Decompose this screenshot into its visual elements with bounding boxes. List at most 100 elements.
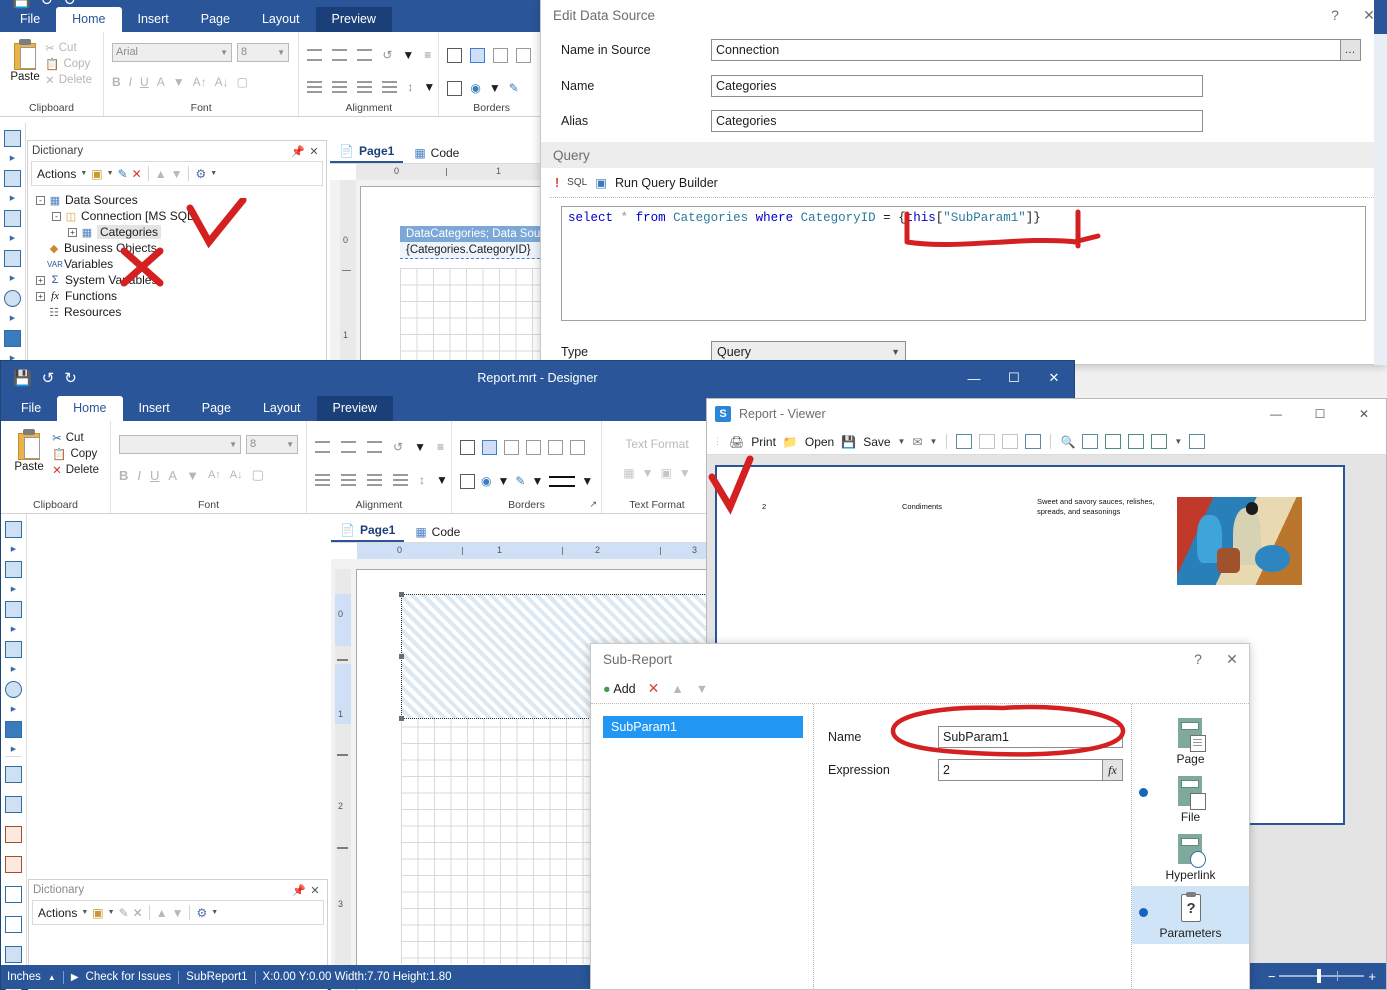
close-icon[interactable]: ✕ [306, 145, 322, 158]
rail-components-icon[interactable] [1, 594, 26, 624]
tab-home-front[interactable]: Home [57, 396, 123, 421]
gear-icon[interactable]: ⚙ [195, 167, 206, 181]
help-icon[interactable]: ? [1318, 0, 1352, 30]
rail-components-expander[interactable]: ▶ [0, 233, 25, 243]
line-spacing-icon[interactable]: ↕ [419, 473, 425, 487]
check-issues-button[interactable]: Check for Issues [86, 971, 172, 983]
font-size-combo-back[interactable]: 8 ▼ [237, 42, 289, 62]
align-center-icon[interactable] [332, 81, 348, 93]
rail-bands-icon[interactable] [1, 514, 26, 544]
text-direction-icon[interactable]: ≡ [424, 48, 431, 62]
print-icon[interactable]: 🖨 [729, 435, 744, 449]
paste-button-front[interactable]: Paste [9, 425, 49, 473]
zoom-in-button[interactable]: + [1368, 969, 1376, 984]
font-size-combo-front[interactable]: 8 ▼ [246, 434, 298, 454]
viewer-minimize-button[interactable]: — [1254, 407, 1298, 421]
rail-barcode-icon[interactable] [0, 243, 25, 273]
find-icon[interactable]: 🔍 [1060, 435, 1075, 449]
delete-x-icon[interactable]: ✕ [133, 906, 143, 920]
export-icon[interactable]: ✉ [912, 435, 922, 449]
multipage-icon[interactable] [1151, 434, 1168, 449]
tab-layout[interactable]: Layout [246, 7, 316, 32]
border-all-icon[interactable] [460, 439, 475, 455]
border-box-icon[interactable] [460, 473, 475, 489]
move-down-icon[interactable]: ▼ [171, 167, 183, 181]
align-middle-icon[interactable] [332, 49, 348, 61]
side-tab-parameters[interactable]: ? Parameters [1132, 886, 1249, 944]
viewer-maximize-button[interactable]: ☐ [1298, 407, 1342, 421]
rail-barcode-expander[interactable]: ▶ [0, 273, 25, 283]
chevron-down-icon[interactable]: ▼ [1174, 437, 1182, 446]
browse-ellipsis-button[interactable]: … [1341, 39, 1361, 61]
delete-button-front[interactable]: ✕ Delete [49, 462, 102, 478]
tab-page[interactable]: Page [185, 7, 246, 32]
align-left-icon[interactable] [307, 81, 323, 93]
tree-node-functions[interactable]: + fx Functions [36, 288, 326, 304]
close-button[interactable]: ✕ [1034, 361, 1074, 395]
move-down-icon[interactable]: ▼ [172, 906, 184, 920]
tab-page-front[interactable]: Page [186, 396, 247, 421]
border-bottom-icon[interactable] [526, 439, 541, 455]
help-icon[interactable]: ? [1181, 644, 1215, 674]
data-band-back[interactable]: DataCategories; Data Source {Categories.… [400, 226, 545, 259]
units-label[interactable]: Inches [7, 971, 41, 983]
expander-icon[interactable]: + [68, 227, 77, 237]
query-builder-icon[interactable]: ▣ [595, 175, 607, 190]
rail-shapes-icon[interactable] [1, 674, 26, 704]
actions-button-front[interactable]: Actions [38, 906, 77, 920]
move-up-icon[interactable]: ▲ [155, 167, 167, 181]
chevron-down-icon[interactable]: ▼ [930, 437, 938, 446]
rail-textbox-icon[interactable] [1, 819, 26, 849]
align-middle-icon[interactable] [341, 441, 356, 453]
minimize-button[interactable]: — [954, 361, 994, 395]
rail-text-icon[interactable] [1, 759, 26, 789]
paste-button-back[interactable]: Paste [8, 36, 42, 83]
chevron-down-icon[interactable]: ▼ [210, 170, 217, 177]
fill-color-icon[interactable]: ◉ [470, 81, 480, 95]
units-caret-icon[interactable]: ▲ [48, 973, 56, 982]
delete-x-icon[interactable]: ✕ [648, 680, 660, 697]
bookmarks-icon[interactable] [956, 434, 973, 449]
tab-page1-front[interactable]: 📄 Page1 [331, 520, 405, 542]
chevron-down-icon[interactable]: ▼ [497, 474, 509, 488]
tab-file-front[interactable]: File [5, 396, 57, 421]
chevron-down-icon[interactable]: ▼ [414, 440, 426, 454]
edit-icon[interactable]: ✎ [118, 167, 128, 181]
maximize-button[interactable]: ☐ [994, 361, 1034, 395]
edit-icon[interactable]: ✎ [119, 906, 129, 920]
resize-handle-bl[interactable] [399, 716, 404, 721]
side-tab-hyperlink[interactable]: Hyperlink [1132, 828, 1249, 886]
rail-crosstab-expander[interactable]: ▶ [1, 584, 26, 594]
close-icon[interactable]: ✕ [1215, 644, 1249, 674]
border-top-icon[interactable] [493, 47, 509, 63]
redo-icon[interactable]: ↻ [64, 371, 77, 386]
border-left-icon[interactable] [516, 47, 532, 63]
tree-node-categories[interactable]: + ▦ Categories [36, 224, 326, 240]
chevron-down-icon[interactable]: ▼ [402, 48, 414, 62]
line-spacing-icon[interactable]: ↕ [407, 80, 413, 94]
param-name-input[interactable]: SubParam1 [938, 726, 1123, 748]
chevron-down-icon[interactable]: ▼ [423, 80, 435, 94]
font-family-combo-front[interactable]: ▼ [119, 434, 241, 454]
fullpage-icon[interactable] [1082, 434, 1099, 449]
align-justify-icon[interactable] [393, 474, 408, 486]
tab-home[interactable]: Home [56, 7, 122, 32]
expander-icon[interactable]: - [52, 211, 61, 221]
rail-crosstab-icon[interactable] [0, 163, 25, 193]
chevron-down-icon[interactable]: ▼ [81, 909, 88, 916]
tab-layout-front[interactable]: Layout [247, 396, 317, 421]
new-item-icon[interactable]: ▣ [91, 167, 102, 181]
tab-code-back[interactable]: ▦ Code [405, 143, 468, 163]
align-top-icon[interactable] [307, 49, 323, 61]
rail-components-expander[interactable]: ▶ [1, 624, 26, 634]
chevron-down-icon[interactable]: ▼ [107, 170, 114, 177]
tab-code-front[interactable]: ▦ Code [406, 522, 469, 542]
expander-icon[interactable]: + [36, 275, 45, 285]
alias-input[interactable]: Categories [711, 110, 1203, 132]
rail-plugins-expander[interactable]: ▶ [1, 744, 26, 754]
border-none-icon[interactable] [482, 439, 497, 455]
rotate-icon[interactable]: ↺ [393, 440, 403, 454]
sql-editor-box[interactable]: select * from Categories where CategoryI… [561, 206, 1366, 321]
align-bottom-icon[interactable] [367, 441, 382, 453]
rail-bands-icon[interactable] [0, 123, 25, 153]
